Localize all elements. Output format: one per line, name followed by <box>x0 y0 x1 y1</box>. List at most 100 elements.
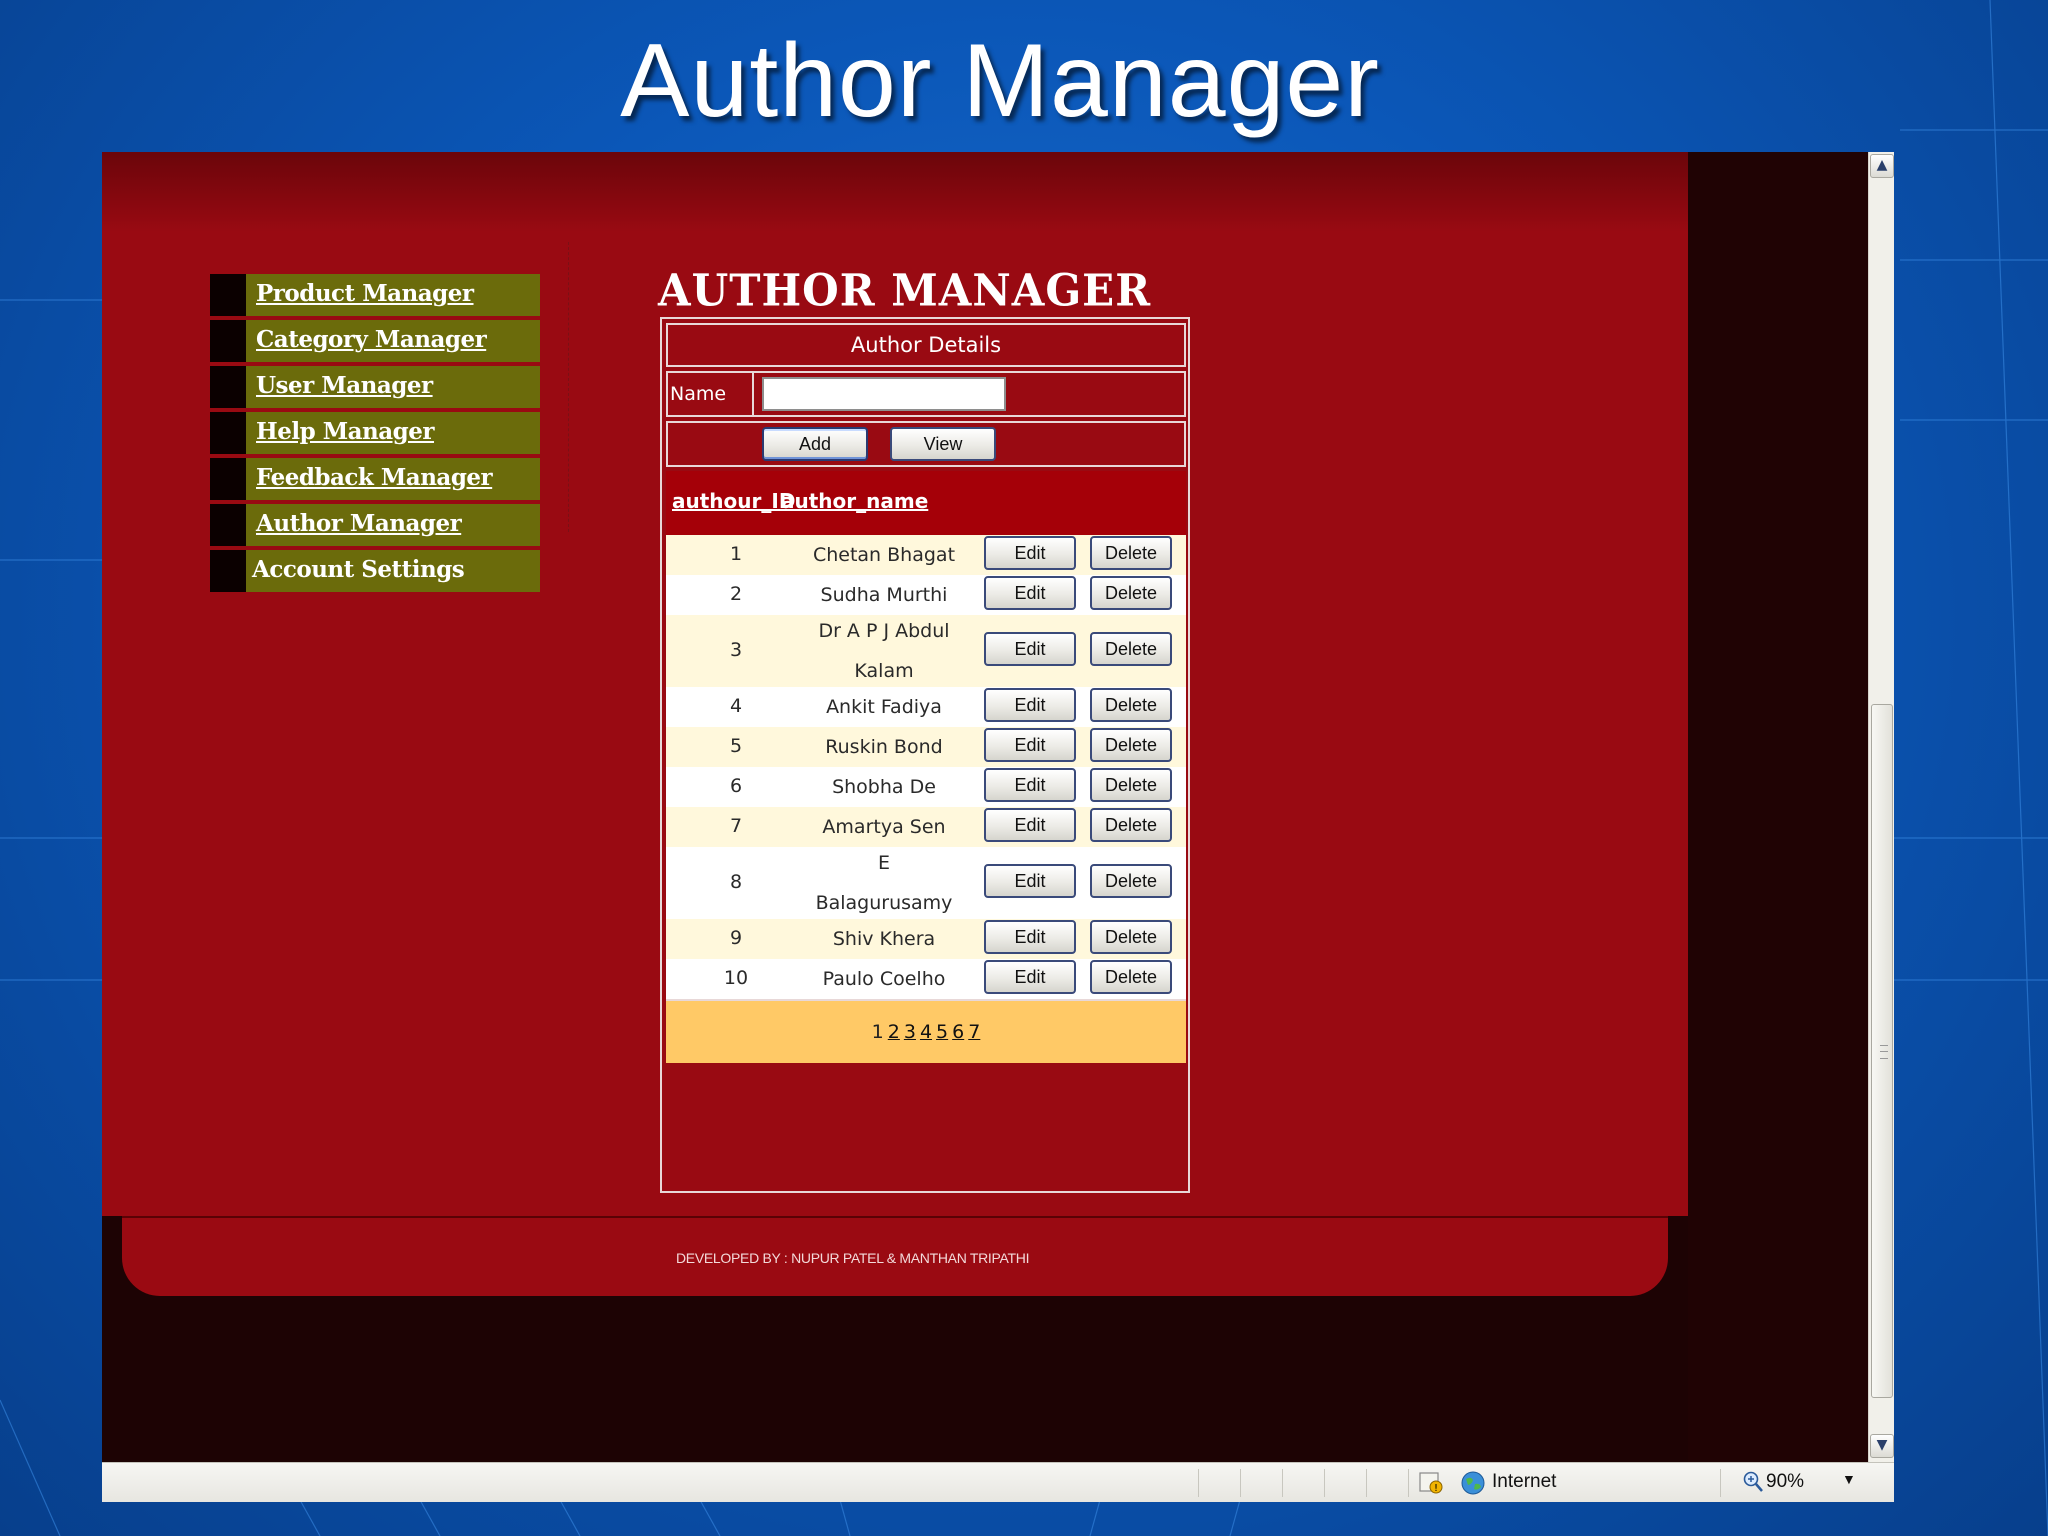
delete-button[interactable]: Delete <box>1090 864 1172 898</box>
pager-link[interactable]: 2 <box>888 1021 900 1043</box>
edit-button[interactable]: Edit <box>984 536 1076 570</box>
edit-button[interactable]: Edit <box>984 864 1076 898</box>
author-panel: Author Details Name Add View authour_ID … <box>660 317 1190 1193</box>
nav-item-label[interactable]: Category Manager <box>256 326 487 353</box>
author-name-cell: E Balagurusamy <box>806 843 962 923</box>
edit-button[interactable]: Edit <box>984 808 1076 842</box>
vertical-scrollbar[interactable]: ▲ ▼ <box>1868 152 1894 1462</box>
delete-button[interactable]: Delete <box>1090 920 1172 954</box>
nav-item-user-manager[interactable]: User Manager <box>210 366 540 408</box>
nav-item-label[interactable]: User Manager <box>256 372 433 399</box>
edit-button[interactable]: Edit <box>984 960 1076 994</box>
scroll-up-icon[interactable]: ▲ <box>1870 154 1894 178</box>
svg-text:!: ! <box>1434 1483 1438 1494</box>
status-bar: ! Internet 90% ▼ <box>102 1462 1894 1502</box>
page-top-shade <box>102 152 1688 232</box>
table-row: 1 Chetan Bhagat Edit Delete <box>666 535 1186 575</box>
author-id-cell: 9 <box>729 927 743 949</box>
author-id-cell: 6 <box>729 775 743 797</box>
author-name-line: Amartya Sen <box>822 816 946 838</box>
edit-button[interactable]: Edit <box>984 688 1076 722</box>
delete-button[interactable]: Delete <box>1090 960 1172 994</box>
edit-button[interactable]: Edit <box>984 920 1076 954</box>
delete-button[interactable]: Delete <box>1090 576 1172 610</box>
author-name-line: Chetan Bhagat <box>812 544 956 566</box>
nav-item-label[interactable]: Author Manager <box>256 510 462 537</box>
nav-item-label[interactable]: Feedback Manager <box>256 464 493 491</box>
column-header-id[interactable]: authour_ID <box>672 489 795 513</box>
edit-button[interactable]: Edit <box>984 632 1076 666</box>
delete-button[interactable]: Delete <box>1090 808 1172 842</box>
lock-warning-icon[interactable]: ! <box>1418 1471 1444 1495</box>
pager-link[interactable]: 3 <box>904 1021 916 1043</box>
name-input[interactable] <box>762 377 1006 411</box>
pager-link[interactable]: 5 <box>936 1021 948 1043</box>
pager-link[interactable]: 6 <box>952 1021 964 1043</box>
slide-title: Author Manager <box>620 23 1380 139</box>
nav-item-feedback-manager[interactable]: Feedback Manager <box>210 458 540 500</box>
scroll-down-icon[interactable]: ▼ <box>1870 1434 1894 1458</box>
author-name-cell: Sudha Murthi <box>806 575 962 615</box>
table-row: 6 Shobha De Edit Delete <box>666 767 1186 807</box>
author-name-line: E <box>877 852 890 874</box>
author-name-line: Sudha Murthi <box>820 584 948 606</box>
author-name-line: Shiv Khera <box>832 928 936 950</box>
nav-marker <box>210 412 246 454</box>
table-row: 10 Paulo Coelho Edit Delete <box>666 959 1186 999</box>
nav-divider <box>568 242 569 532</box>
author-name-cell: Dr A P J Abdul Kalam <box>806 611 962 691</box>
pager: 1234567 <box>666 999 1186 1063</box>
nav-item-label[interactable]: Account Settings <box>252 556 465 583</box>
add-button[interactable]: Add <box>762 427 868 461</box>
scrollbar-thumb[interactable] <box>1871 704 1893 1398</box>
author-name-line: Dr A P J Abdul <box>818 620 950 642</box>
nav-marker <box>210 274 246 316</box>
author-name-line: Shobha De <box>832 776 936 798</box>
column-header-name[interactable]: author_name <box>781 489 928 513</box>
author-id-cell: 7 <box>729 815 743 837</box>
zoom-dropdown-icon[interactable]: ▼ <box>1842 1471 1856 1487</box>
table-row: 7 Amartya Sen Edit Delete <box>666 807 1186 847</box>
details-header: Author Details <box>666 323 1186 367</box>
nav-item-account-settings[interactable]: Account Settings <box>210 550 540 592</box>
author-id-cell: 4 <box>729 695 743 717</box>
nav-marker <box>210 458 246 500</box>
author-name-cell: Shiv Khera <box>806 919 962 959</box>
nav-item-author-manager[interactable]: Author Manager <box>210 504 540 546</box>
nav-marker <box>210 366 246 408</box>
footer-credit: DEVELOPED BY : NUPUR PATEL & MANTHAN TRI… <box>676 1250 1030 1266</box>
pager-link[interactable]: 7 <box>968 1021 980 1043</box>
zoom-icon[interactable] <box>1742 1470 1764 1494</box>
nav-marker <box>210 504 246 546</box>
table-row: 5 Ruskin Bond Edit Delete <box>666 727 1186 767</box>
view-button[interactable]: View <box>890 427 996 461</box>
table-header: authour_ID author_name <box>666 471 1186 535</box>
edit-button[interactable]: Edit <box>984 576 1076 610</box>
nav-item-label[interactable]: Product Manager <box>256 280 474 307</box>
author-id-cell: 10 <box>723 967 749 989</box>
sidebar-nav: Product Manager Category Manager User Ma… <box>210 274 540 596</box>
table-row: 9 Shiv Khera Edit Delete <box>666 919 1186 959</box>
nav-item-help-manager[interactable]: Help Manager <box>210 412 540 454</box>
author-name-line: Ruskin Bond <box>825 736 943 758</box>
delete-button[interactable]: Delete <box>1090 632 1172 666</box>
author-id-cell: 1 <box>729 543 743 565</box>
nav-item-category-manager[interactable]: Category Manager <box>210 320 540 362</box>
table-body: 1 Chetan Bhagat Edit Delete 2 Sudha Murthi Edi… <box>666 535 1186 999</box>
pager-link[interactable]: 4 <box>920 1021 932 1043</box>
nav-item-product-manager[interactable]: Product Manager <box>210 274 540 316</box>
edit-button[interactable]: Edit <box>984 728 1076 762</box>
author-name-cell: Chetan Bhagat <box>806 535 962 575</box>
delete-button[interactable]: Delete <box>1090 728 1172 762</box>
browser-window: Product Manager Category Manager User Ma… <box>102 152 1894 1502</box>
author-name-line: Ankit Fadiya <box>826 696 942 718</box>
authors-table: authour_ID author_name 1 Chetan Bhagat Edi… <box>666 471 1186 1063</box>
delete-button[interactable]: Delete <box>1090 536 1172 570</box>
security-zone-label: Internet <box>1492 1471 1557 1492</box>
edit-button[interactable]: Edit <box>984 768 1076 802</box>
author-name-line: Paulo Coelho <box>822 968 946 990</box>
delete-button[interactable]: Delete <box>1090 688 1172 722</box>
zoom-level[interactable]: 90% <box>1766 1471 1804 1493</box>
delete-button[interactable]: Delete <box>1090 768 1172 802</box>
nav-item-label[interactable]: Help Manager <box>256 418 435 445</box>
